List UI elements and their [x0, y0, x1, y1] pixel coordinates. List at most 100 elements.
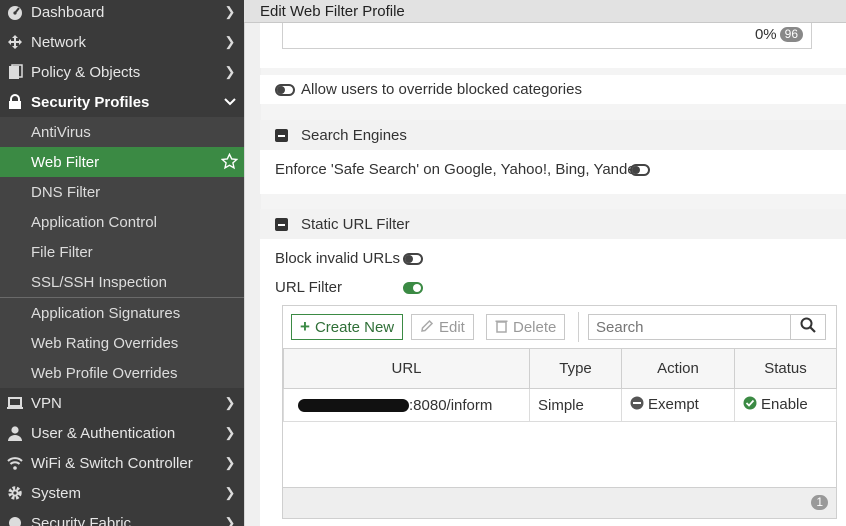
column-header-action[interactable]: Action: [621, 348, 735, 389]
trash-icon: [495, 319, 508, 336]
sidebar-item-label: User & Authentication: [31, 424, 176, 442]
category-summary: 0% 96: [755, 26, 803, 43]
star-icon[interactable]: [220, 152, 239, 174]
sidebar-subitem-label: File Filter: [31, 243, 93, 261]
sidebar-item-security-fabric[interactable]: Security Fabric ❯: [0, 508, 244, 526]
check-circle-icon: [743, 396, 757, 414]
url-cell: :8080/inform: [283, 388, 530, 422]
url-filter-table: URL Type Action Status :8080/inform Simp…: [283, 348, 837, 422]
sidebar-subitem-web-profile-overrides[interactable]: Web Profile Overrides: [0, 358, 244, 388]
delete-button[interactable]: Delete: [486, 314, 566, 340]
fabric-icon: [4, 508, 26, 526]
safe-search-label: Enforce 'Safe Search' on Google, Yahoo!,…: [275, 161, 644, 178]
sidebar-item-label: System: [31, 484, 82, 502]
exempt-icon: [630, 396, 644, 414]
sidebar-subitem-dns-filter[interactable]: DNS Filter: [0, 177, 244, 207]
sidebar-item-label: Security Fabric: [31, 514, 132, 526]
sidebar-subitem-label: Web Rating Overrides: [31, 334, 179, 352]
sidebar-subitem-label: Web Filter: [31, 153, 100, 171]
url-filter-toggle[interactable]: [403, 282, 423, 294]
lock-icon: [4, 87, 26, 117]
search-icon: [800, 317, 816, 338]
policy-icon: [4, 57, 26, 87]
collapse-icon[interactable]: [275, 217, 288, 231]
sidebar-subitem-label: SSL/SSH Inspection: [31, 273, 167, 291]
sidebar-subitem-label: Web Profile Overrides: [31, 364, 178, 382]
monitor-icon: [4, 388, 26, 418]
page-title: Edit Web Filter Profile: [244, 0, 846, 23]
override-toggle[interactable]: [275, 84, 295, 96]
sidebar-subitem-file-filter[interactable]: File Filter: [0, 237, 244, 267]
sidebar-subitem-antivirus[interactable]: AntiVirus: [0, 117, 244, 147]
chevron-right-icon: ❯: [224, 455, 236, 470]
collapse-icon[interactable]: [275, 128, 288, 142]
network-icon: [4, 27, 26, 57]
pencil-icon: [420, 319, 434, 336]
delete-label: Delete: [513, 318, 557, 336]
sidebar-item-network[interactable]: Network ❯: [0, 27, 244, 57]
sidebar-subitem-application-signatures[interactable]: Application Signatures: [0, 298, 244, 328]
static-url-filter-header[interactable]: Static URL Filter: [260, 209, 846, 239]
sidebar-subitem-ssl-ssh-inspection[interactable]: SSL/SSH Inspection: [0, 267, 244, 297]
gear-icon: [4, 478, 26, 508]
sidebar-item-system[interactable]: System ❯: [0, 478, 244, 508]
summary-percent: 0%: [754, 26, 777, 43]
override-label: Allow users to override blocked categori…: [301, 81, 582, 98]
table-footer: 1: [283, 487, 836, 518]
action-value: Exempt: [648, 395, 699, 413]
sidebar-item-policy-objects[interactable]: Policy & Objects ❯: [0, 57, 244, 87]
edit-button[interactable]: Edit: [411, 314, 474, 340]
type-cell: Simple: [529, 388, 622, 422]
toolbar-divider: [578, 312, 579, 342]
chevron-right-icon: ❯: [224, 515, 236, 526]
dashboard-icon: [4, 0, 26, 27]
chevron-right-icon: ❯: [224, 4, 236, 19]
user-icon: [4, 418, 26, 448]
redacted-url-block: [298, 399, 409, 413]
sidebar-subitem-label: DNS Filter: [31, 183, 101, 201]
sidebar-subitem-application-control[interactable]: Application Control: [0, 207, 244, 237]
sidebar-item-label: WiFi & Switch Controller: [31, 454, 193, 472]
block-invalid-urls-label: Block invalid URLs: [275, 250, 401, 267]
sidebar-item-user-authentication[interactable]: User & Authentication ❯: [0, 418, 244, 448]
search-engines-header[interactable]: Search Engines: [260, 120, 846, 150]
block-invalid-urls-toggle[interactable]: [403, 253, 423, 265]
sidebar-item-vpn[interactable]: VPN ❯: [0, 388, 244, 418]
search-button[interactable]: [790, 314, 826, 340]
section-title: Static URL Filter: [301, 215, 410, 233]
row-count-badge: 1: [811, 495, 828, 510]
sidebar-item-label: Network: [31, 33, 87, 51]
sidebar-item-label: Dashboard: [31, 3, 105, 21]
edit-label: Edit: [439, 318, 465, 336]
sidebar-item-label: VPN: [31, 394, 62, 412]
chevron-right-icon: ❯: [224, 485, 236, 500]
plus-icon: +: [300, 317, 310, 336]
sidebar-subitem-label: Application Control: [31, 213, 157, 231]
safe-search-toggle[interactable]: [630, 164, 650, 176]
chevron-right-icon: ❯: [224, 425, 236, 440]
sidebar-subitem-web-filter[interactable]: Web Filter: [0, 147, 244, 177]
create-new-label: Create New: [314, 318, 395, 336]
chevron-down-icon: [216, 95, 244, 110]
sidebar: Dashboard ❯ Network ❯ Policy & Objects ❯…: [0, 0, 244, 526]
search-input[interactable]: [588, 314, 791, 340]
chevron-right-icon: ❯: [224, 395, 236, 410]
sidebar-subitem-web-rating-overrides[interactable]: Web Rating Overrides: [0, 328, 244, 358]
sidebar-item-dashboard[interactable]: Dashboard ❯: [0, 0, 244, 27]
create-new-button[interactable]: + Create New: [291, 314, 404, 340]
sidebar-item-wifi-switch[interactable]: WiFi & Switch Controller ❯: [0, 448, 244, 478]
chevron-right-icon: ❯: [224, 34, 236, 49]
table-row[interactable]: :8080/inform Simple Exempt Enable: [283, 388, 837, 422]
sidebar-item-security-profiles[interactable]: Security Profiles: [0, 87, 244, 117]
sidebar-subitem-label: Application Signatures: [31, 304, 181, 322]
chevron-right-icon: ❯: [224, 64, 236, 79]
status-cell: Enable: [734, 388, 837, 422]
column-header-type[interactable]: Type: [529, 348, 622, 389]
column-header-status[interactable]: Status: [734, 348, 837, 389]
column-header-url[interactable]: URL: [283, 348, 530, 389]
url-filter-label: URL Filter: [275, 279, 342, 296]
url-value: :8080/inform: [409, 396, 493, 414]
action-cell: Exempt: [621, 388, 735, 422]
summary-count-badge: 96: [779, 27, 803, 42]
sidebar-item-label: Security Profiles: [31, 93, 150, 111]
